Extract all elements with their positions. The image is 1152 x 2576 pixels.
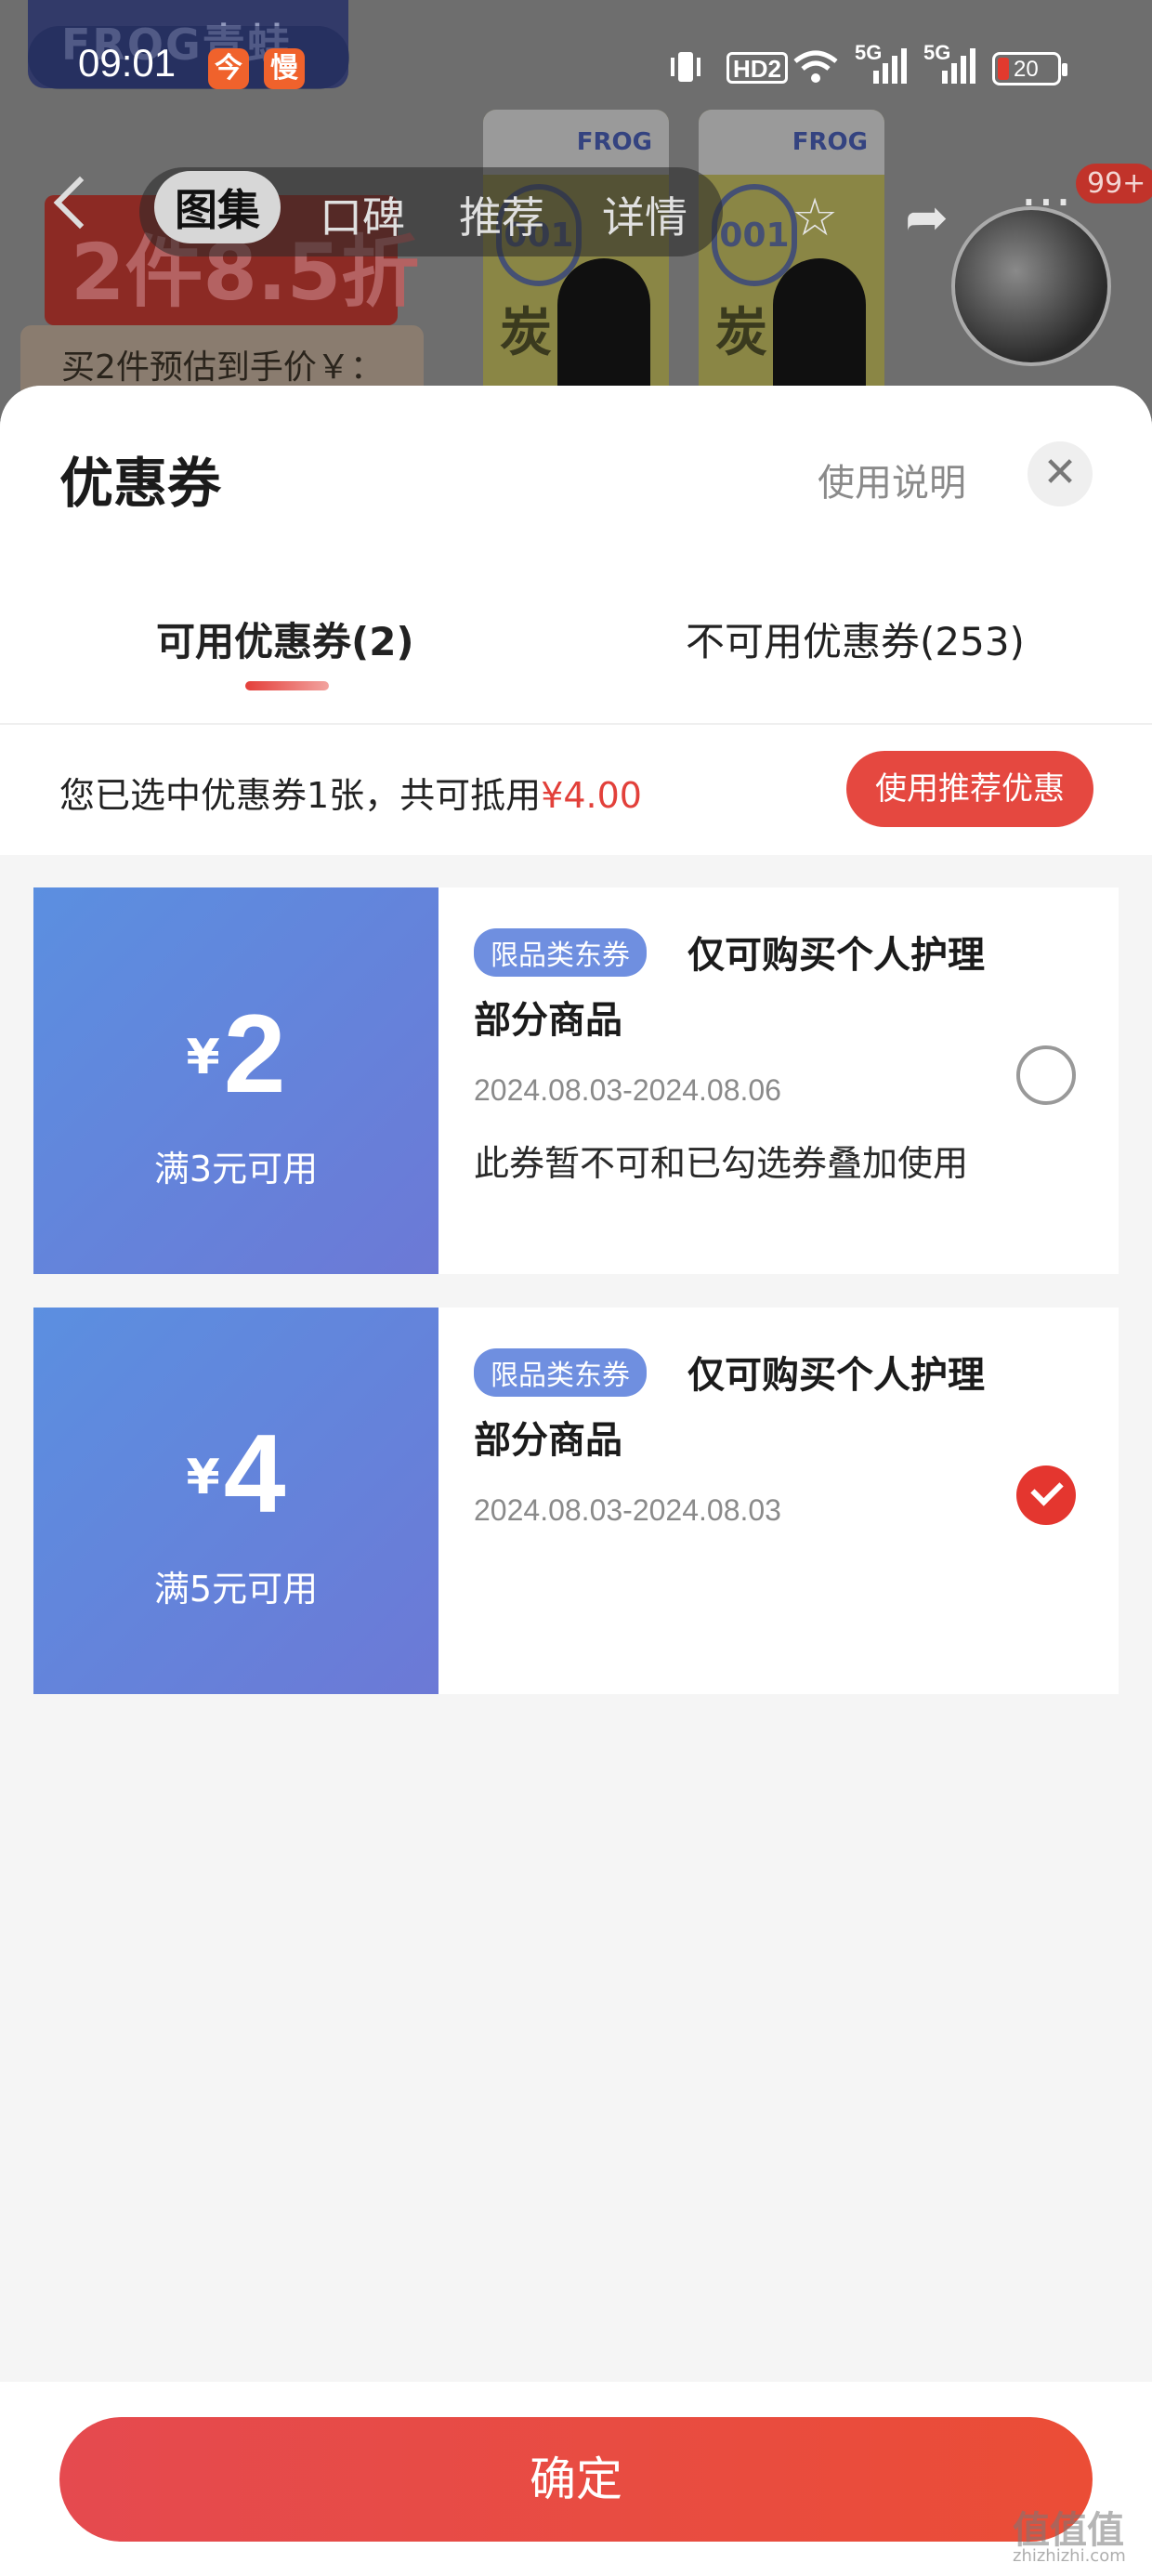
currency-symbol: ¥	[186, 1450, 220, 1505]
sheet-title: 优惠券	[59, 452, 222, 515]
app-notification-icon: 今	[208, 48, 249, 89]
coupon-type-tag: 限品类东券	[474, 1348, 647, 1397]
more-icon[interactable]: ⋯	[1020, 171, 1072, 231]
coupon-condition: 满3元可用	[153, 1149, 319, 1189]
price-estimate-text: 买2件预估到手价￥：	[61, 348, 384, 387]
battery-icon: 20	[992, 52, 1067, 85]
coupon-validity: 2024.08.03-2024.08.06	[474, 1073, 781, 1107]
usage-help-link[interactable]: 使用说明	[818, 453, 966, 506]
coupon-select-radio[interactable]	[1016, 1045, 1076, 1105]
pack-char: 炭	[500, 303, 552, 363]
coupon-value: 2	[223, 992, 286, 1116]
divider	[0, 723, 1152, 725]
tab-gallery[interactable]: 图集	[154, 171, 281, 243]
tab-available-coupons[interactable]: 可用优惠券(2)	[156, 611, 414, 667]
coupon-amount: ¥2	[33, 990, 439, 1118]
tab-details[interactable]: 详情	[602, 184, 687, 245]
tab-unavailable-coupons[interactable]: 不可用优惠券(253)	[686, 611, 1025, 667]
back-arrow-icon[interactable]	[53, 176, 107, 230]
pack-char: 炭	[715, 303, 767, 363]
coupon-card[interactable]: ¥4 满5元可用 限品类东券 仅可购买个人护理 部分商品 2024.08.03-…	[33, 1308, 1119, 1694]
coupon-validity: 2024.08.03-2024.08.03	[474, 1493, 781, 1527]
coupon-scope: 仅可购买个人护理	[687, 934, 985, 977]
currency-symbol: ¥	[186, 1030, 220, 1085]
favorite-star-icon[interactable]: ☆	[792, 188, 838, 248]
hd-voice-icon: HD2	[727, 52, 789, 84]
confirm-button[interactable]: 确定	[59, 2417, 1093, 2542]
battery-level: 20	[1014, 57, 1039, 82]
coupon-condition: 满5元可用	[153, 1569, 319, 1610]
tab-reviews[interactable]: 口碑	[320, 184, 405, 245]
coupon-note: 此券暂不可和已勾选券叠加使用	[474, 1143, 969, 1184]
wifi-icon	[792, 48, 840, 85]
coupon-card[interactable]: ¥2 满3元可用 限品类东券 仅可购买个人护理 部分商品 2024.08.03-…	[33, 887, 1119, 1274]
summary-amount: ¥4.00	[541, 775, 642, 816]
sheet-footer: 确定	[0, 2382, 1152, 2576]
coupon-value-panel: ¥2 满3元可用	[33, 887, 439, 1274]
coupon-type-tag: 限品类东券	[474, 928, 647, 977]
product-top-nav: 图集 口碑 推荐 详情 ☆ ➦ ⋯	[0, 151, 1152, 256]
use-recommended-button[interactable]: 使用推荐优惠	[846, 751, 1093, 827]
coupon-value: 4	[223, 1412, 286, 1536]
coupon-amount: ¥4	[33, 1410, 439, 1538]
summary-text: 您已选中优惠券1张，共可抵用	[59, 775, 542, 816]
tab-recommend[interactable]: 推荐	[459, 184, 544, 245]
coupon-selected-check-icon[interactable]	[1016, 1465, 1076, 1525]
coupon-value-panel: ¥4 满5元可用	[33, 1308, 439, 1694]
app-notification-icon: 慢	[264, 48, 305, 89]
signal-icon	[923, 48, 975, 85]
signal-icon	[855, 48, 907, 85]
coupon-sheet: 优惠券 使用说明 ✕ 可用优惠券(2) 不可用优惠券(253) 您已选中优惠券1…	[0, 386, 1152, 2576]
sheet-header: 优惠券 使用说明 ✕ 可用优惠券(2) 不可用优惠券(253) 您已选中优惠券1…	[0, 386, 1152, 855]
vibrate-icon	[665, 48, 706, 85]
share-icon[interactable]: ➦	[905, 188, 949, 248]
status-bar: 09:01 今 慢 HD2 5G 5G 20	[0, 0, 1152, 130]
active-tab-indicator	[245, 681, 329, 690]
clock: 09:01	[78, 41, 177, 85]
coupon-scope-line2: 部分商品	[474, 1419, 622, 1462]
coupon-scope: 仅可购买个人护理	[687, 1354, 985, 1397]
selection-summary: 您已选中优惠券1张，共可抵用¥4.00	[59, 767, 642, 818]
coupon-scope-line2: 部分商品	[474, 999, 622, 1042]
watermark-url: zhizhizhi.com	[1013, 2546, 1126, 2566]
close-button[interactable]: ✕	[1028, 441, 1093, 506]
